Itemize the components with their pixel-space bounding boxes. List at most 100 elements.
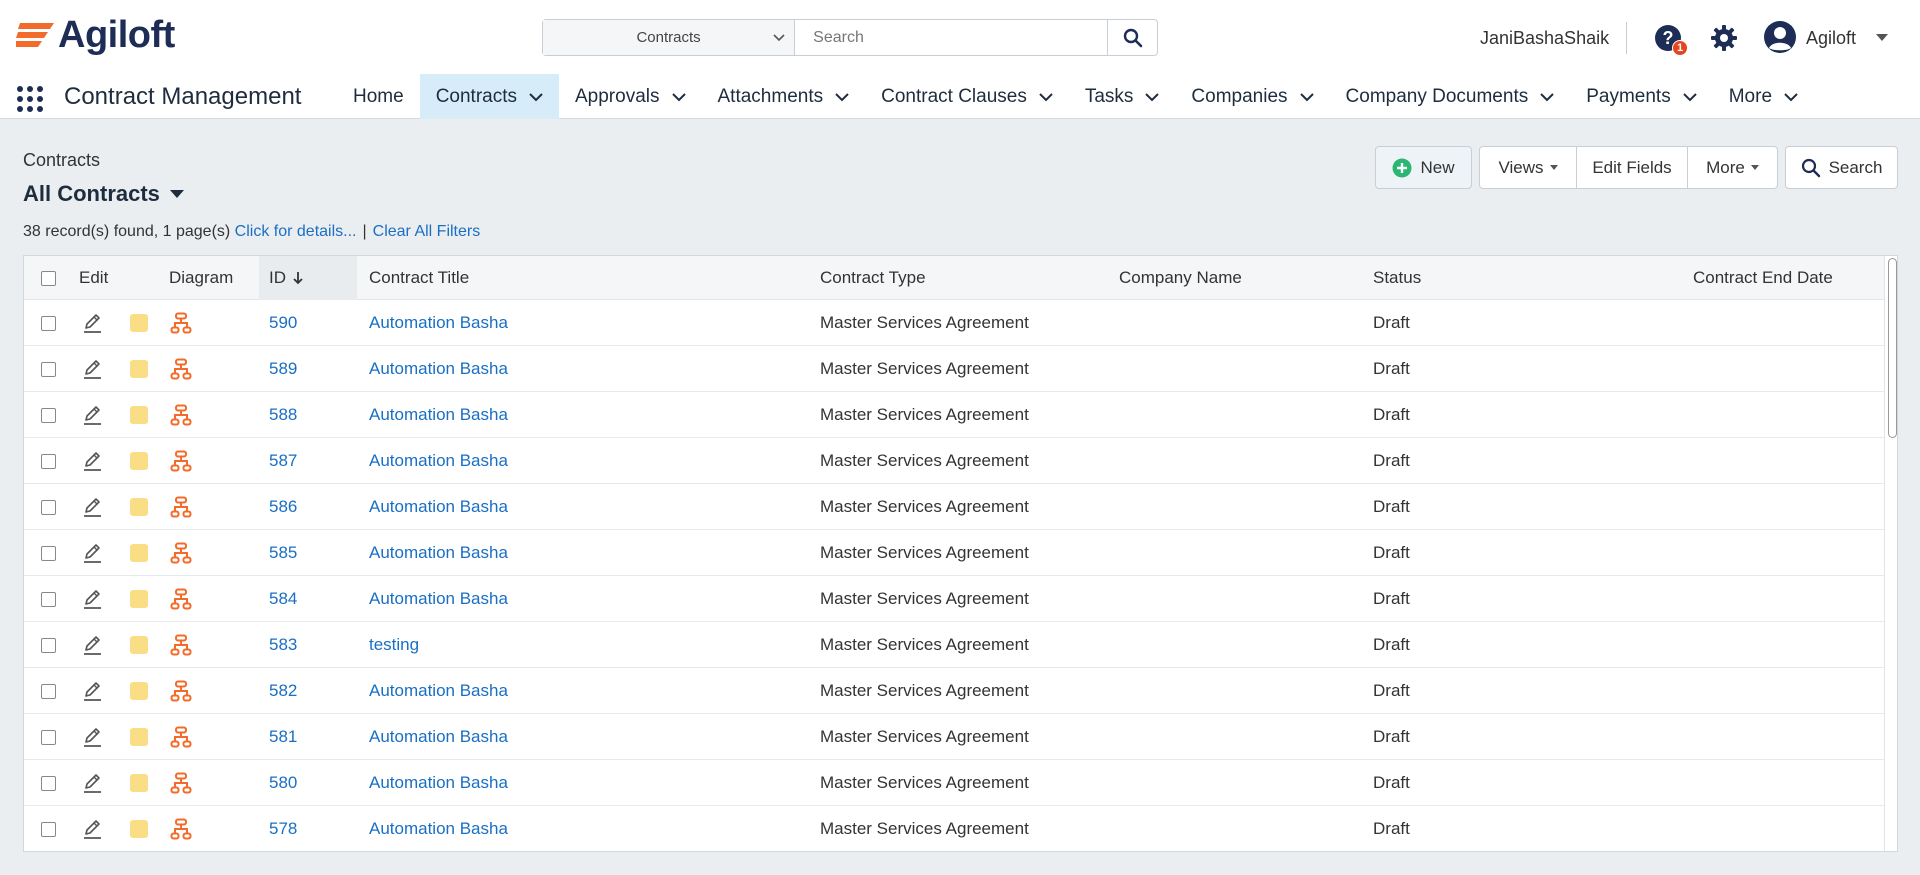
pencil-icon[interactable]: [81, 772, 103, 794]
table-scrollbar[interactable]: [1884, 256, 1897, 851]
id-cell[interactable]: 582: [269, 668, 297, 714]
scrollbar-thumb[interactable]: [1888, 258, 1897, 438]
nav-item-attachments[interactable]: Attachments: [702, 74, 866, 119]
search-submit-button[interactable]: [1107, 20, 1157, 55]
id-cell[interactable]: 588: [269, 392, 297, 438]
nav-item-more[interactable]: More: [1713, 74, 1814, 119]
select-all-checkbox[interactable]: [41, 256, 56, 300]
gear-icon[interactable]: [1710, 24, 1738, 52]
nav-item-approvals[interactable]: Approvals: [559, 74, 702, 119]
row-checkbox[interactable]: [41, 637, 56, 653]
contract-title-cell[interactable]: Automation Basha: [369, 300, 508, 346]
flow-diagram-icon[interactable]: [170, 772, 192, 794]
apps-grid-icon[interactable]: [16, 85, 44, 113]
table-row[interactable]: 582 Automation Basha Master Services Agree…: [24, 668, 1884, 714]
row-checkbox[interactable]: [41, 729, 56, 745]
pencil-icon[interactable]: [81, 404, 103, 426]
user-circle-icon[interactable]: [1763, 20, 1797, 54]
row-checkbox[interactable]: [41, 499, 56, 515]
id-cell[interactable]: 586: [269, 484, 297, 530]
contract-title-cell[interactable]: Automation Basha: [369, 806, 508, 851]
table-row[interactable]: 580 Automation Basha Master Services Agree…: [24, 760, 1884, 806]
pencil-icon[interactable]: [81, 726, 103, 748]
search-input[interactable]: [795, 20, 1108, 55]
flow-diagram-icon[interactable]: [170, 726, 192, 748]
flow-diagram-icon[interactable]: [170, 634, 192, 656]
view-selector[interactable]: All Contracts: [23, 181, 184, 207]
table-row[interactable]: 584 Automation Basha Master Services Agree…: [24, 576, 1884, 622]
checkbox[interactable]: [41, 270, 56, 286]
table-row[interactable]: 590 Automation Basha Master Services Agree…: [24, 300, 1884, 346]
flow-diagram-icon[interactable]: [170, 450, 192, 472]
id-cell[interactable]: 581: [269, 714, 297, 760]
column-header-company-name[interactable]: Company Name: [1119, 256, 1242, 300]
contract-title-cell[interactable]: Automation Basha: [369, 346, 508, 392]
pencil-icon[interactable]: [81, 312, 103, 334]
contract-title-cell[interactable]: Automation Basha: [369, 760, 508, 806]
row-checkbox[interactable]: [41, 591, 56, 607]
row-checkbox[interactable]: [41, 407, 56, 423]
table-row[interactable]: 583 testing Master Services Agreement Draft: [24, 622, 1884, 668]
account-menu-label[interactable]: Agiloft: [1806, 28, 1856, 49]
nav-item-home[interactable]: Home: [337, 74, 420, 119]
pencil-icon[interactable]: [81, 680, 103, 702]
column-header-id[interactable]: ID: [259, 256, 357, 300]
flow-diagram-icon[interactable]: [170, 680, 192, 702]
row-checkbox[interactable]: [41, 361, 56, 377]
row-checkbox[interactable]: [41, 683, 56, 699]
contract-title-cell[interactable]: Automation Basha: [369, 438, 508, 484]
search-button[interactable]: Search: [1785, 146, 1898, 189]
nav-item-company-documents[interactable]: Company Documents: [1330, 74, 1571, 119]
agiloft-logo[interactable]: Agiloft: [16, 15, 175, 55]
nav-item-tasks[interactable]: Tasks: [1069, 74, 1176, 119]
search-scope-select[interactable]: Contracts: [543, 20, 796, 55]
nav-item-companies[interactable]: Companies: [1175, 74, 1329, 119]
pencil-icon[interactable]: [81, 358, 103, 380]
row-checkbox[interactable]: [41, 545, 56, 561]
id-cell[interactable]: 580: [269, 760, 297, 806]
table-row[interactable]: 578 Automation Basha Master Services Agree…: [24, 806, 1884, 851]
flow-diagram-icon[interactable]: [170, 588, 192, 610]
contract-title-cell[interactable]: Automation Basha: [369, 392, 508, 438]
caret-down-icon[interactable]: [1876, 34, 1888, 42]
contract-title-cell[interactable]: Automation Basha: [369, 576, 508, 622]
pencil-icon[interactable]: [81, 818, 103, 840]
id-cell[interactable]: 589: [269, 346, 297, 392]
flow-diagram-icon[interactable]: [170, 312, 192, 334]
contract-title-cell[interactable]: Automation Basha: [369, 484, 508, 530]
id-cell[interactable]: 583: [269, 622, 297, 668]
flow-diagram-icon[interactable]: [170, 818, 192, 840]
pencil-icon[interactable]: [81, 542, 103, 564]
nav-item-payments[interactable]: Payments: [1570, 74, 1712, 119]
contract-title-cell[interactable]: testing: [369, 622, 419, 668]
table-row[interactable]: 587 Automation Basha Master Services Agree…: [24, 438, 1884, 484]
details-link[interactable]: Click for details...: [235, 223, 357, 240]
column-header-contract-end-date[interactable]: Contract End Date: [1693, 256, 1833, 300]
views-dropdown-button[interactable]: Views: [1480, 147, 1577, 188]
pencil-icon[interactable]: [81, 450, 103, 472]
pencil-icon[interactable]: [81, 588, 103, 610]
row-checkbox[interactable]: [41, 315, 56, 331]
new-button[interactable]: New: [1375, 146, 1472, 189]
id-cell[interactable]: 578: [269, 806, 297, 851]
column-header-status[interactable]: Status: [1373, 256, 1421, 300]
more-actions-dropdown-button[interactable]: More: [1688, 147, 1777, 188]
table-row[interactable]: 585 Automation Basha Master Services Agree…: [24, 530, 1884, 576]
flow-diagram-icon[interactable]: [170, 496, 192, 518]
flow-diagram-icon[interactable]: [170, 358, 192, 380]
id-cell[interactable]: 584: [269, 576, 297, 622]
column-header-contract-title[interactable]: Contract Title: [369, 256, 469, 300]
id-cell[interactable]: 587: [269, 438, 297, 484]
flow-diagram-icon[interactable]: [170, 404, 192, 426]
column-header-contract-type[interactable]: Contract Type: [820, 256, 926, 300]
contract-title-cell[interactable]: Automation Basha: [369, 714, 508, 760]
nav-item-contracts[interactable]: Contracts: [419, 74, 559, 119]
breadcrumb[interactable]: Contracts: [23, 150, 100, 171]
contract-title-cell[interactable]: Automation Basha: [369, 668, 508, 714]
pencil-icon[interactable]: [81, 634, 103, 656]
edit-fields-button[interactable]: Edit Fields: [1577, 147, 1688, 188]
row-checkbox[interactable]: [41, 453, 56, 469]
contract-title-cell[interactable]: Automation Basha: [369, 530, 508, 576]
pencil-icon[interactable]: [81, 496, 103, 518]
table-row[interactable]: 586 Automation Basha Master Services Agree…: [24, 484, 1884, 530]
